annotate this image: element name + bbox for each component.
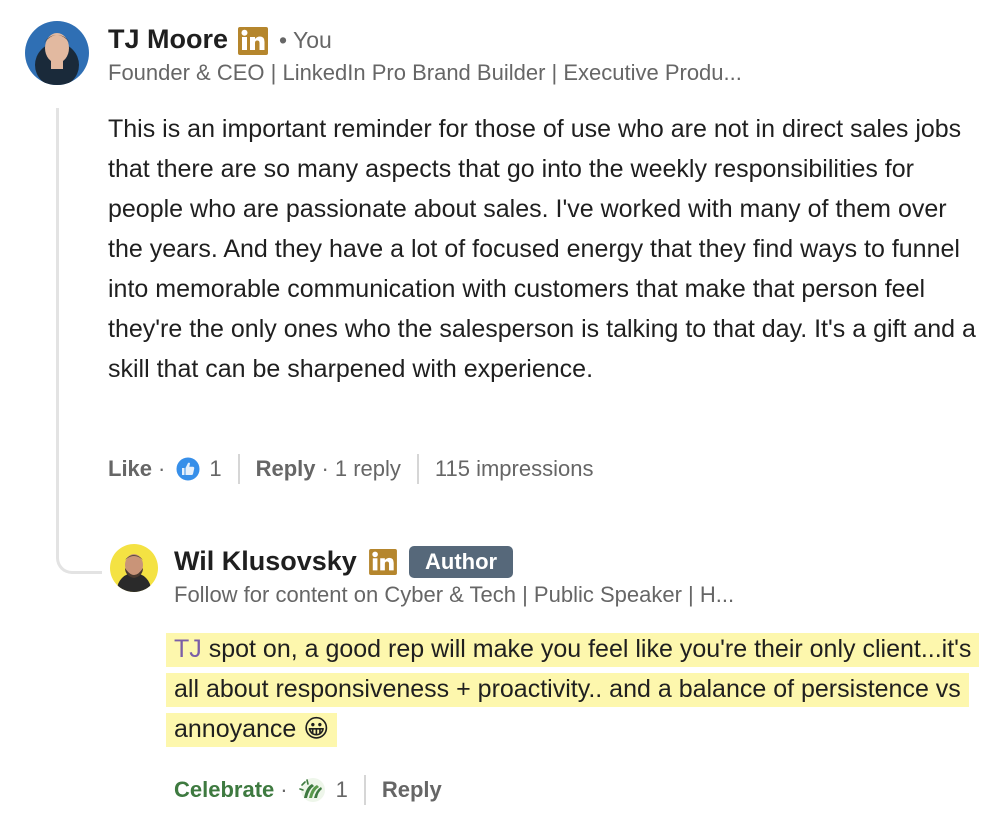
celebrate-icon[interactable] bbox=[298, 776, 328, 804]
separator-dot: · bbox=[158, 456, 166, 481]
smile-emoji: 😀 bbox=[303, 715, 330, 743]
comment-actions: Like · 1 Reply · 1 reply 115 impressions bbox=[108, 451, 593, 487]
reply-button[interactable]: Reply bbox=[256, 456, 316, 482]
relation-label: • You bbox=[279, 27, 332, 53]
separator-dot: · bbox=[280, 777, 288, 802]
author-badge: Author bbox=[409, 546, 514, 578]
author-headline: Follow for content on Cyber & Tech | Pub… bbox=[174, 582, 735, 607]
divider bbox=[363, 775, 366, 805]
linkedin-premium-icon bbox=[369, 549, 397, 580]
impressions-count[interactable]: 115 impressions bbox=[435, 456, 594, 482]
reaction-count[interactable]: 1 bbox=[336, 777, 348, 803]
celebrate-button[interactable]: Celebrate bbox=[174, 777, 274, 803]
linkedin-premium-icon bbox=[238, 27, 268, 60]
comment-text: TJ spot on, a good rep will make you fee… bbox=[166, 629, 996, 749]
comment-actions: Celebrate · 1 Reply bbox=[174, 772, 442, 808]
like-button[interactable]: Like bbox=[108, 456, 152, 482]
like-icon[interactable] bbox=[175, 456, 201, 482]
avatar[interactable] bbox=[110, 544, 158, 592]
reply-count-link[interactable]: 1 reply bbox=[335, 456, 401, 482]
comment-text: This is an important reminder for those … bbox=[108, 115, 976, 383]
avatar[interactable] bbox=[25, 21, 89, 85]
mention-link[interactable]: TJ bbox=[174, 635, 202, 663]
reaction-count[interactable]: 1 bbox=[209, 456, 221, 482]
separator-dot: · bbox=[321, 456, 329, 481]
reply-button[interactable]: Reply bbox=[382, 777, 442, 803]
avatar-image bbox=[25, 21, 89, 85]
author-name[interactable]: Wil Klusovsky bbox=[174, 546, 357, 577]
reply-text: spot on, a good rep will make you feel l… bbox=[174, 635, 972, 743]
divider bbox=[237, 454, 240, 484]
author-name[interactable]: TJ Moore bbox=[108, 24, 228, 55]
highlighted-text: TJ spot on, a good rep will make you fee… bbox=[166, 633, 980, 747]
author-headline: Founder & CEO | LinkedIn Pro Brand Build… bbox=[108, 60, 742, 85]
divider bbox=[416, 454, 419, 484]
thread-connector-line bbox=[56, 108, 102, 574]
avatar-image bbox=[110, 544, 158, 592]
